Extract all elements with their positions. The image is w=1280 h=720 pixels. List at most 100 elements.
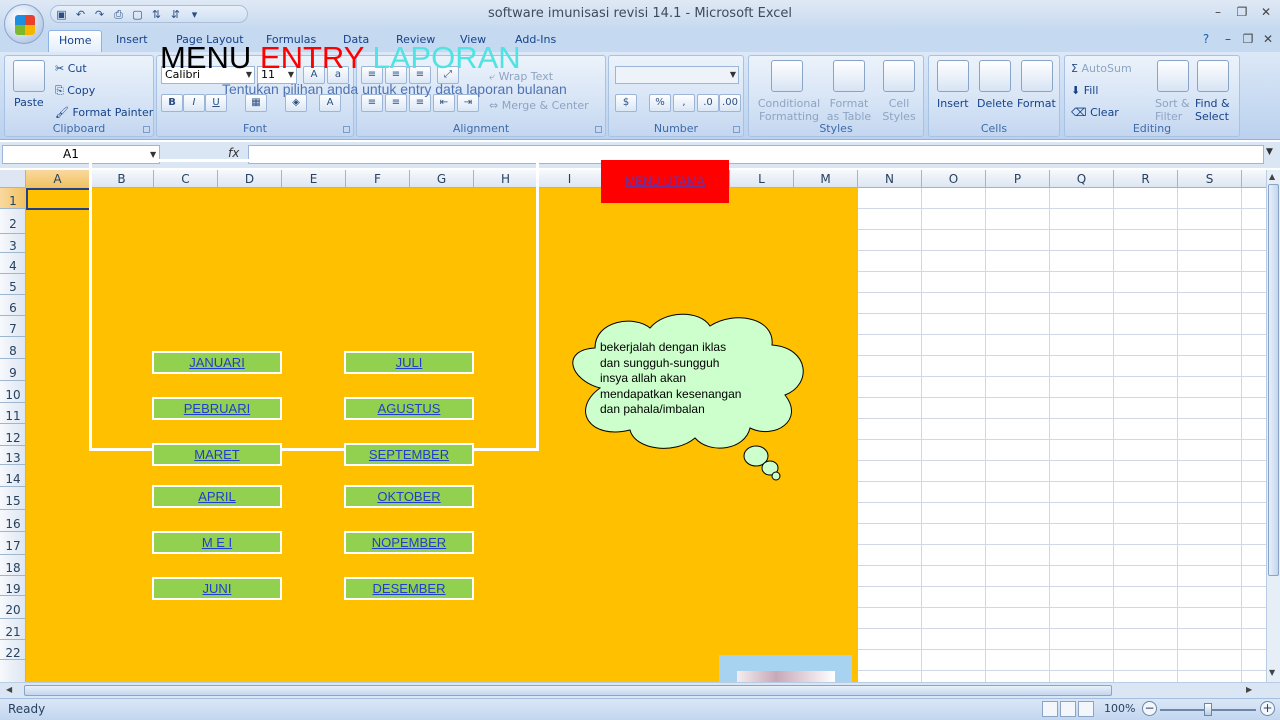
sort-filter-icon[interactable] [1157,60,1189,92]
column-header-p[interactable]: P [986,170,1050,188]
row-header-11[interactable]: 11 [0,403,26,424]
clear-button[interactable]: ⌫ Clear [1071,106,1119,119]
help-icon[interactable]: ? [1196,32,1216,48]
redo-icon[interactable]: ↷ [93,8,106,21]
name-box-chevron-icon[interactable]: ▼ [150,150,156,159]
horizontal-scrollbar[interactable]: ◀ ▶ [0,682,1280,698]
month-button-desember[interactable]: DESEMBER [344,577,474,600]
menu-utama-button[interactable]: MENU UTAMA [601,160,729,203]
vertical-scrollbar[interactable]: ▲ ▼ [1266,170,1280,682]
format-button[interactable]: Format [1017,97,1056,110]
customize-icon[interactable]: ▾ [188,8,201,21]
insert-cells-icon[interactable] [937,60,969,92]
column-header-a[interactable]: A [26,170,90,188]
page-break-view-icon[interactable] [1078,701,1094,717]
row-header-21[interactable]: 21 [0,619,26,640]
conditional-formatting-button[interactable]: Conditional Formatting [757,97,821,123]
row-header-6[interactable]: 6 [0,295,26,316]
cell-styles-button[interactable]: Cell Styles [877,97,921,123]
merge-center-button[interactable]: ⇔ Merge & Center [489,99,589,112]
column-header-l[interactable]: L [730,170,794,188]
scroll-up-icon[interactable]: ▲ [1269,172,1275,181]
ribbon-close-icon[interactable]: ✕ [1258,32,1278,48]
save-icon[interactable]: ▣ [55,8,68,21]
scroll-right-icon[interactable]: ▶ [1246,685,1252,694]
scroll-left-icon[interactable]: ◀ [6,685,12,694]
bold-button[interactable]: B [161,94,183,112]
cut-button[interactable]: ✂ Cut [55,62,87,75]
restore-icon[interactable]: ❐ [1232,5,1252,21]
row-header-14[interactable]: 14 [0,465,26,487]
zoom-level[interactable]: 100% [1104,702,1135,715]
row-header-9[interactable]: 9 [0,359,26,381]
row-header-5[interactable]: 5 [0,274,26,295]
row-header-2[interactable]: 2 [0,209,26,234]
row-header-15[interactable]: 15 [0,487,26,510]
row-header-22[interactable]: 22 [0,640,26,660]
office-button[interactable] [4,4,44,44]
number-format-combo[interactable]: ▼ [615,66,739,84]
binoculars-icon[interactable] [1197,60,1229,92]
row-header-16[interactable]: 16 [0,510,26,532]
month-button-april[interactable]: APRIL [152,485,282,508]
month-button-mei[interactable]: M E I [152,531,282,554]
delete-button[interactable]: Delete [977,97,1013,110]
expand-formula-icon[interactable]: ▼ [1266,147,1273,157]
row-header-1[interactable]: 1 [0,188,26,209]
row-header-19[interactable]: 19 [0,576,26,596]
column-header-s[interactable]: S [1178,170,1242,188]
month-button-nopember[interactable]: NOPEMBER [344,531,474,554]
copy-button[interactable]: ⎘ Copy [55,84,95,98]
page-layout-view-icon[interactable] [1060,701,1076,717]
month-button-agustus[interactable]: AGUSTUS [344,397,474,420]
fill-button[interactable]: ⬇ Fill [1071,84,1098,97]
embedded-picture[interactable] [719,655,852,682]
row-header-18[interactable]: 18 [0,555,26,576]
column-header-q[interactable]: Q [1050,170,1114,188]
ribbon-restore-icon[interactable]: ❐ [1238,32,1258,48]
italic-button[interactable]: I [183,94,205,112]
zoom-out-icon[interactable]: − [1142,701,1157,716]
column-header-i[interactable]: I [538,170,602,188]
row-header-20[interactable]: 20 [0,596,26,619]
month-button-september[interactable]: SEPTEMBER [344,443,474,466]
comma-button[interactable]: , [673,94,695,112]
print-preview-icon[interactable]: ⎙ [112,8,125,21]
month-button-oktober[interactable]: OKTOBER [344,485,474,508]
zoom-in-icon[interactable]: + [1260,701,1275,716]
row-header-10[interactable]: 10 [0,381,26,403]
month-button-januari[interactable]: JANUARI [152,351,282,374]
column-header-r[interactable]: R [1114,170,1178,188]
scroll-down-icon[interactable]: ▼ [1269,668,1275,677]
insert-button[interactable]: Insert [937,97,969,110]
paste-icon[interactable] [13,60,45,92]
row-header-17[interactable]: 17 [0,532,26,555]
new-icon[interactable]: ▢ [131,8,144,21]
paste-button[interactable]: Paste [14,96,44,109]
cell-styles-icon[interactable] [883,60,915,92]
normal-view-icon[interactable] [1042,701,1058,717]
decrease-decimal-icon[interactable]: .00 [719,94,741,112]
format-cells-icon[interactable] [1021,60,1053,92]
row-header-13[interactable]: 13 [0,446,26,465]
sort-desc-icon[interactable]: ⇵ [169,8,182,21]
undo-icon[interactable]: ↶ [74,8,87,21]
horizontal-scroll-thumb[interactable] [24,685,1112,696]
close-icon[interactable]: ✕ [1256,5,1276,21]
sort-filter-button[interactable]: Sort & Filter [1155,97,1190,123]
row-header-4[interactable]: 4 [0,253,26,274]
select-all-button[interactable] [0,170,26,188]
month-button-juli[interactable]: JULI [344,351,474,374]
tab-insert[interactable]: Insert [106,30,158,52]
conditional-formatting-icon[interactable] [771,60,803,92]
clipboard-launcher-icon[interactable] [143,126,150,133]
percent-button[interactable]: % [649,94,671,112]
format-as-table-icon[interactable] [833,60,865,92]
column-header-o[interactable]: O [922,170,986,188]
column-header-m[interactable]: M [794,170,858,188]
autosum-button[interactable]: Σ AutoSum [1071,62,1132,75]
month-button-maret[interactable]: MARET [152,443,282,466]
currency-icon[interactable]: $ [615,94,637,112]
month-button-juni[interactable]: JUNI [152,577,282,600]
row-header-12[interactable]: 12 [0,424,26,446]
